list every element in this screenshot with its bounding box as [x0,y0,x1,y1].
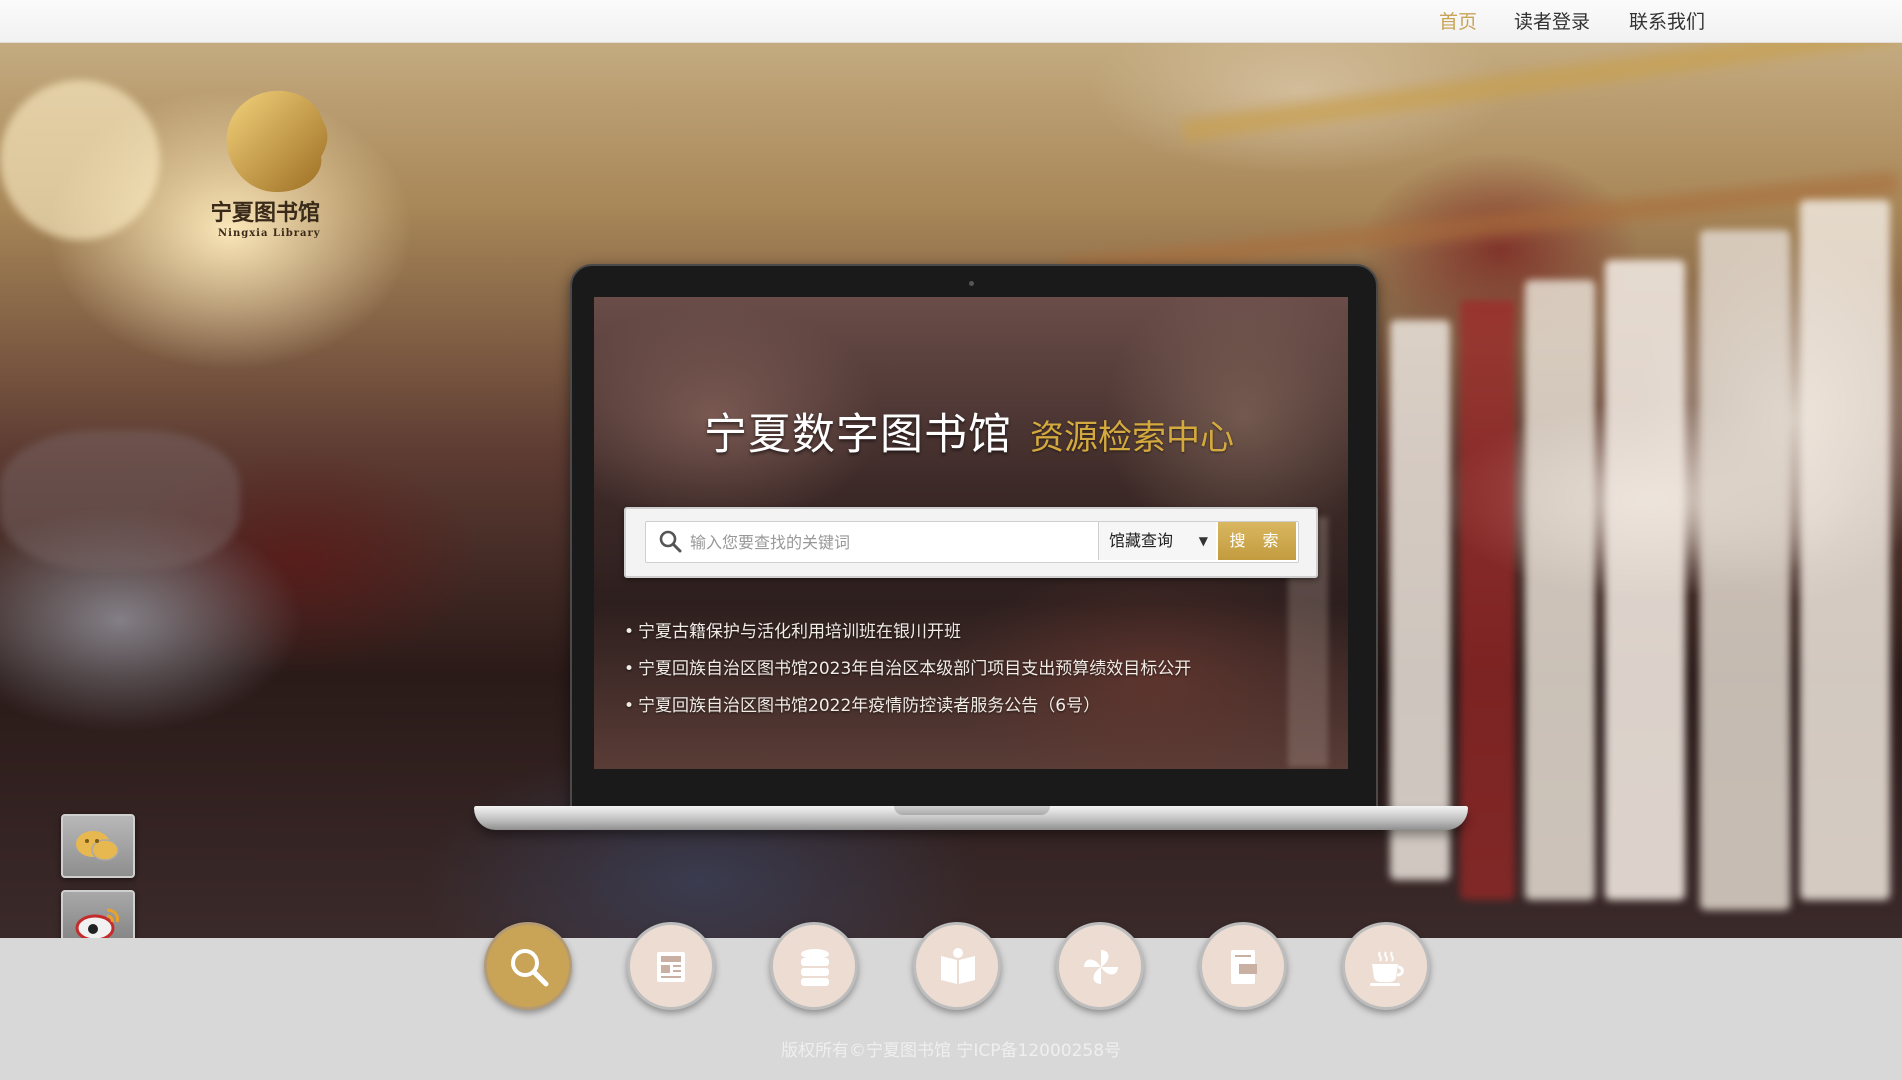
news-item[interactable]: 宁夏回族自治区图书馆2023年自治区本级部门项目支出预算绩效目标公开 [624,654,1191,679]
nav-home[interactable]: 首页 [1439,7,1477,34]
search-field-wrapper: 馆藏查询 ▼ 搜 索 [645,521,1299,563]
quick-link-newspaper[interactable] [627,922,715,1010]
laptop-camera [969,281,974,286]
wechat-button[interactable] [61,814,135,878]
footer-copyright: 版权所有©宁夏图书馆 宁ICP备12000258号 [780,1041,1122,1061]
search-icon [659,530,682,553]
quick-link-search[interactable] [484,922,572,1010]
search-panel: 馆藏查询 ▼ 搜 索 [624,507,1318,578]
pinwheel-icon [1084,950,1118,984]
page-subtitle: 资源检索中心 [1030,418,1234,458]
news-item[interactable]: 宁夏古籍保护与活化利用培训班在银川开班 [624,617,961,642]
search-scope-value: 馆藏查询 [1109,531,1174,550]
wechat-icon [76,831,119,861]
open-book-icon [941,948,975,984]
quick-link-database[interactable] [770,922,858,1010]
new-book-icon [1231,950,1257,984]
search-input[interactable] [688,522,1092,562]
quick-link-pinwheel[interactable] [1056,922,1144,1010]
search-button[interactable]: 搜 索 [1218,522,1296,560]
coffee-cup-icon [1370,951,1404,986]
laptop-notch [894,806,1050,815]
logo-text-en: Ningxia Library [218,228,321,239]
library-emblem-icon: 宁夏图书馆 Ningxia Library [210,90,328,239]
ningxia-library-logo[interactable]: 宁夏图书馆 Ningxia Library [210,74,342,244]
database-icon [801,949,829,986]
quick-link-reading[interactable] [913,922,1001,1010]
search-icon [511,949,549,987]
search-scope-select[interactable]: 馆藏查询 ▼ [1098,522,1216,560]
nav-reader-login[interactable]: 读者登录 [1514,7,1590,34]
top-navigation-bar: 首页 读者登录 联系我们 [0,0,1902,43]
nav-contact-us[interactable]: 联系我们 [1629,7,1705,34]
logo-text-cn: 宁夏图书馆 [212,200,320,226]
quick-link-new-books[interactable] [1199,922,1287,1010]
newspaper-icon [657,952,685,982]
news-item[interactable]: 宁夏回族自治区图书馆2022年疫情防控读者服务公告（6号） [624,691,1100,716]
chevron-down-icon: ▼ [1198,534,1208,548]
quick-link-cafe[interactable] [1342,922,1430,1010]
page-title: 宁夏数字图书馆 [704,410,1012,460]
